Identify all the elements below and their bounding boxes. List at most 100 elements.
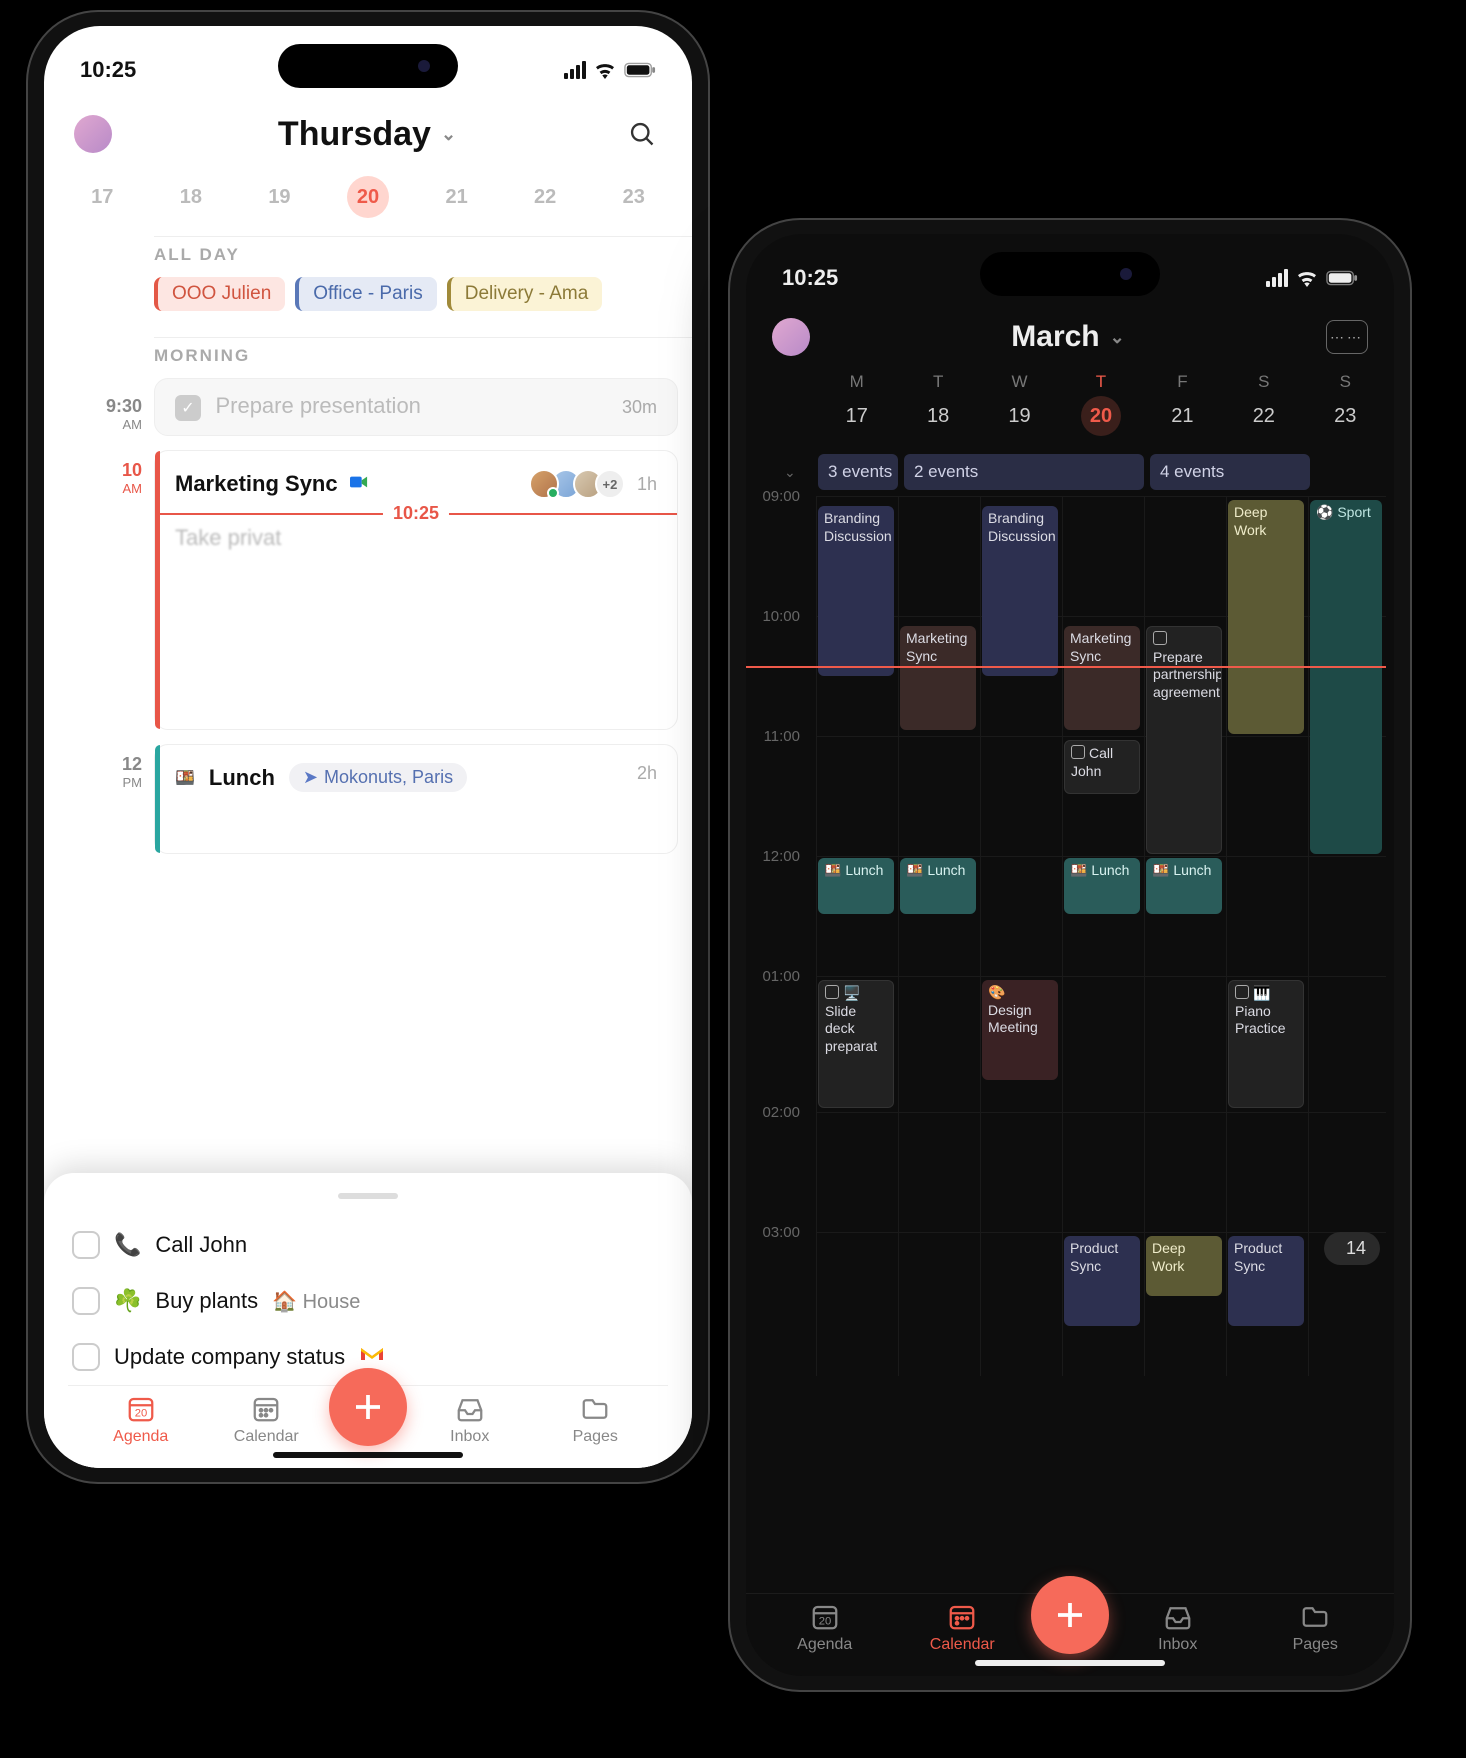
event-product[interactable]: Product Sync bbox=[1064, 1236, 1140, 1326]
event-card-marketing[interactable]: Marketing Sync +2 1h bbox=[154, 450, 678, 730]
day-cell[interactable]: 21 bbox=[1142, 396, 1223, 436]
todo-item[interactable]: 📞 Call John bbox=[68, 1217, 668, 1273]
food-icon: 🍱 bbox=[175, 768, 195, 788]
week-day[interactable]: 18 bbox=[147, 176, 236, 218]
tab-pages[interactable]: Pages bbox=[533, 1394, 659, 1446]
event-title: Lunch bbox=[209, 765, 275, 791]
time-label-current: 10AM bbox=[74, 460, 142, 496]
week-day[interactable]: 20 bbox=[324, 176, 413, 218]
day-cell[interactable]: 19 bbox=[979, 396, 1060, 436]
week-day[interactable]: 17 bbox=[58, 176, 147, 218]
gmail-icon bbox=[359, 1344, 385, 1370]
week-day[interactable]: 22 bbox=[501, 176, 590, 218]
allday-event[interactable]: Delivery - Ama bbox=[447, 277, 603, 311]
event-lunch[interactable]: 🍱 Lunch bbox=[900, 858, 976, 914]
day-selector[interactable]: Thursday ⌄ bbox=[278, 115, 456, 154]
checkbox[interactable] bbox=[72, 1231, 100, 1259]
phone-icon: 📞 bbox=[114, 1232, 141, 1258]
week-timeline[interactable]: 09:00 10:00 11:00 12:00 01:00 02:00 03:0… bbox=[746, 496, 1394, 1376]
hour-label: 02:00 bbox=[746, 1104, 808, 1121]
event-location[interactable]: ➤ Mokonuts, Paris bbox=[289, 763, 467, 792]
allday-summary[interactable]: 3 events bbox=[818, 454, 898, 490]
search-icon bbox=[628, 120, 656, 148]
allday-summary[interactable]: 2 events bbox=[904, 454, 1144, 490]
event-lunch[interactable]: 🍱 Lunch bbox=[1146, 858, 1222, 914]
day-cell[interactable]: 20 bbox=[1060, 396, 1141, 436]
tab-inbox[interactable]: Inbox bbox=[1109, 1602, 1247, 1654]
inbox-icon bbox=[455, 1394, 485, 1424]
attendee-avatars: +2 bbox=[529, 469, 625, 499]
avatar[interactable] bbox=[772, 318, 810, 356]
todo-item[interactable]: ☘️ Buy plants 🏠 House bbox=[68, 1273, 668, 1329]
event-deepwork[interactable]: Deep Work bbox=[1146, 1236, 1222, 1296]
dow: S bbox=[1305, 372, 1386, 392]
tab-pages[interactable]: Pages bbox=[1247, 1602, 1385, 1654]
add-button[interactable] bbox=[329, 1368, 407, 1446]
checkbox-icon bbox=[1071, 745, 1085, 759]
calendar-icon bbox=[947, 1602, 977, 1632]
attendee-more: +2 bbox=[595, 469, 625, 499]
month-selector[interactable]: March ⌄ bbox=[1011, 320, 1124, 354]
todo-title: Buy plants bbox=[155, 1288, 258, 1314]
time-label: 9:30AM bbox=[74, 396, 142, 432]
home-indicator bbox=[273, 1452, 463, 1458]
checkbox[interactable] bbox=[72, 1343, 100, 1371]
event-lunch[interactable]: 🍱 Lunch bbox=[818, 858, 894, 914]
week-strip: 17 18 19 20 21 22 23 bbox=[44, 166, 692, 236]
day-cell[interactable]: 23 bbox=[1305, 396, 1386, 436]
search-button[interactable] bbox=[622, 114, 662, 154]
event-prepare-partnership[interactable]: Prepare partnership agreement bbox=[1146, 626, 1222, 854]
tab-agenda[interactable]: 20 Agenda bbox=[78, 1394, 204, 1446]
battery-icon bbox=[1326, 270, 1358, 286]
current-time-indicator: 10:25 bbox=[155, 513, 677, 515]
signal-icon bbox=[564, 61, 586, 79]
tab-inbox[interactable]: Inbox bbox=[407, 1394, 533, 1446]
allday-summary[interactable]: 4 events bbox=[1150, 454, 1310, 490]
add-button[interactable] bbox=[1031, 1576, 1109, 1654]
sheet-handle[interactable] bbox=[338, 1193, 398, 1199]
tab-calendar[interactable]: Calendar bbox=[204, 1394, 330, 1446]
tab-calendar[interactable]: Calendar bbox=[894, 1602, 1032, 1654]
week-day[interactable]: 23 bbox=[589, 176, 678, 218]
event-marketing[interactable]: Marketing Sync bbox=[1064, 626, 1140, 730]
keyboard-button[interactable]: ⋯⋯ bbox=[1326, 320, 1368, 354]
status-time: 10:25 bbox=[80, 57, 136, 83]
section-label-allday: ALL DAY bbox=[44, 237, 692, 277]
folder-icon bbox=[580, 1394, 610, 1424]
event-design[interactable]: 🎨Design Meeting bbox=[982, 980, 1058, 1080]
event-card-prepare[interactable]: ✓ Prepare presentation 30m bbox=[154, 378, 678, 436]
event-deepwork[interactable]: Deep Work bbox=[1228, 500, 1304, 734]
checkbox-icon bbox=[1153, 631, 1167, 645]
event-lunch[interactable]: 🍱 Lunch bbox=[1064, 858, 1140, 914]
week-day[interactable]: 19 bbox=[235, 176, 324, 218]
collapse-icon[interactable]: ⌄ bbox=[784, 464, 812, 481]
avatar[interactable] bbox=[74, 115, 112, 153]
screen-dark: 10:25 March ⌄ ⋯⋯ M T W T bbox=[746, 234, 1394, 1676]
event-sport[interactable]: ⚽ Sport bbox=[1310, 500, 1382, 854]
event-calljohn[interactable]: Call John bbox=[1064, 740, 1140, 794]
more-events-badge[interactable]: 14 bbox=[1324, 1232, 1380, 1265]
event-branding[interactable]: Branding Discussion bbox=[982, 506, 1058, 676]
location-icon: ➤ bbox=[303, 767, 318, 788]
dow: S bbox=[1223, 372, 1304, 392]
event-piano[interactable]: 🎹Piano Practice bbox=[1228, 980, 1304, 1108]
todo-sheet[interactable]: 📞 Call John ☘️ Buy plants 🏠 House Update… bbox=[44, 1173, 692, 1468]
checkbox[interactable] bbox=[72, 1287, 100, 1315]
week-day[interactable]: 21 bbox=[412, 176, 501, 218]
event-card-lunch[interactable]: 🍱 Lunch ➤ Mokonuts, Paris 2h bbox=[154, 744, 678, 854]
allday-event[interactable]: OOO Julien bbox=[154, 277, 285, 311]
inbox-icon bbox=[1163, 1602, 1193, 1632]
allday-event[interactable]: Office - Paris bbox=[295, 277, 436, 311]
tab-agenda[interactable]: 20 Agenda bbox=[756, 1602, 894, 1654]
calendar-icon bbox=[251, 1394, 281, 1424]
event-product[interactable]: Product Sync bbox=[1228, 1236, 1304, 1326]
day-cell[interactable]: 18 bbox=[897, 396, 978, 436]
day-cell[interactable]: 17 bbox=[816, 396, 897, 436]
hour-label: 09:00 bbox=[746, 488, 808, 505]
clover-icon: ☘️ bbox=[114, 1288, 141, 1314]
plus-icon bbox=[1052, 1597, 1088, 1633]
event-marketing[interactable]: Marketing Sync bbox=[900, 626, 976, 730]
day-cell[interactable]: 22 bbox=[1223, 396, 1304, 436]
event-branding[interactable]: Branding Discussion bbox=[818, 506, 894, 676]
event-slides[interactable]: 🖥️Slide deck preparat bbox=[818, 980, 894, 1108]
